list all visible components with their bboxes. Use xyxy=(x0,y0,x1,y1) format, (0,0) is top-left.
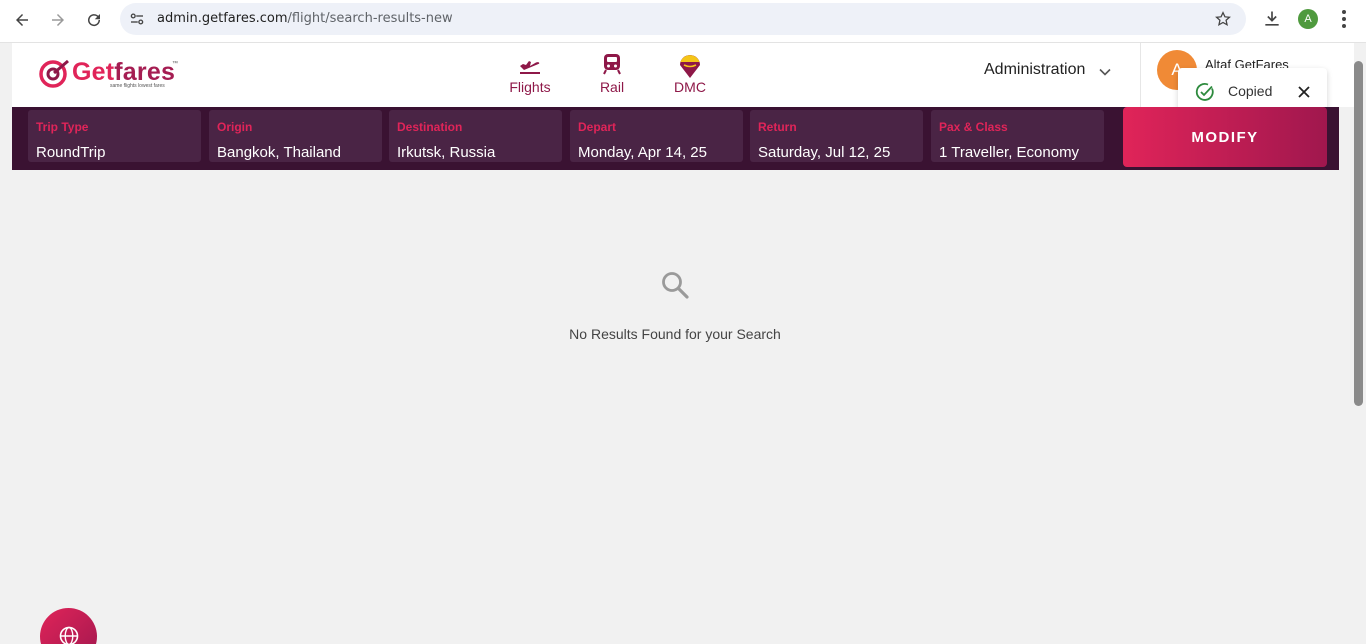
airplane-takeoff-icon xyxy=(520,61,540,74)
chevron-down-icon[interactable] xyxy=(1099,66,1111,78)
field-value: Monday, Apr 14, 25 xyxy=(578,144,707,161)
field-label: Destination xyxy=(397,120,463,134)
getfares-logo[interactable]: Getfares ™ same flights lowest fares xyxy=(38,57,188,91)
arrow-left-icon xyxy=(16,14,28,26)
logo-brand-first: Get xyxy=(72,58,115,86)
site-settings-icon[interactable] xyxy=(128,10,146,28)
logo-mark-icon xyxy=(39,59,69,88)
url-host: admin.getfares.com xyxy=(157,11,288,26)
arrow-right-icon xyxy=(52,14,64,26)
field-label: Origin xyxy=(217,120,253,134)
browser-toolbar: admin.getfares.com/flight/search-results… xyxy=(0,0,1366,43)
url-path: /flight/search-results-new xyxy=(287,11,453,26)
reload-icon xyxy=(88,14,101,27)
back-button[interactable] xyxy=(9,7,35,33)
field-label: Pax & Class xyxy=(939,120,1008,134)
pax-class-field[interactable]: Pax & Class 1 Traveller, Economy xyxy=(931,110,1104,162)
toast-message: Copied xyxy=(1228,83,1273,99)
reload-button[interactable] xyxy=(81,7,107,33)
no-results-message: No Results Found for your Search xyxy=(569,326,781,342)
field-label: Trip Type xyxy=(36,120,89,134)
browser-menu-icon[interactable] xyxy=(1336,8,1352,30)
nav-label-flights: Flights xyxy=(509,79,551,95)
field-label: Depart xyxy=(578,120,617,134)
nav-label-dmc: DMC xyxy=(674,79,706,95)
logo-trademark: ™ xyxy=(172,61,178,67)
dmc-location-icon xyxy=(680,55,700,78)
return-date-field[interactable]: Return Saturday, Jul 12, 25 xyxy=(750,110,923,162)
nav-item-dmc[interactable]: DMC xyxy=(655,51,725,101)
address-bar[interactable]: admin.getfares.com/flight/search-results… xyxy=(120,3,1246,35)
close-icon[interactable] xyxy=(1296,84,1312,100)
nav-item-rail[interactable]: Rail xyxy=(577,51,647,101)
site-header: Getfares ™ same flights lowest fares Fli… xyxy=(12,43,1354,107)
administration-menu[interactable]: Administration xyxy=(984,61,1085,79)
field-value: RoundTrip xyxy=(36,144,106,161)
browser-profile-avatar[interactable]: A xyxy=(1298,9,1318,29)
logo-brand-rest: fares xyxy=(114,58,176,86)
language-button[interactable] xyxy=(40,608,97,644)
scrollbar-thumb[interactable] xyxy=(1354,61,1363,406)
depart-date-field[interactable]: Depart Monday, Apr 14, 25 xyxy=(570,110,743,162)
page-scrollbar[interactable] xyxy=(1354,43,1366,644)
empty-results: No Results Found for your Search xyxy=(460,270,890,342)
forward-button[interactable] xyxy=(45,7,71,33)
globe-icon xyxy=(59,626,78,644)
nav-label-rail: Rail xyxy=(599,79,625,95)
download-icon[interactable] xyxy=(1262,9,1282,29)
modify-button[interactable]: MODIFY xyxy=(1123,107,1327,167)
logo-tagline: same flights lowest fares xyxy=(110,83,165,89)
train-icon xyxy=(603,54,621,75)
search-summary-bar: Trip Type RoundTrip Origin Bangkok, Thai… xyxy=(12,107,1339,170)
bookmark-star-icon[interactable] xyxy=(1214,10,1232,28)
search-icon xyxy=(662,272,689,299)
header-divider xyxy=(1140,43,1141,107)
field-value: Saturday, Jul 12, 25 xyxy=(758,144,891,161)
check-circle-icon xyxy=(1195,83,1214,101)
field-value: Bangkok, Thailand xyxy=(217,144,341,161)
origin-field[interactable]: Origin Bangkok, Thailand xyxy=(209,110,382,162)
field-value: 1 Traveller, Economy xyxy=(939,144,1080,161)
nav-item-flights[interactable]: Flights xyxy=(495,51,565,101)
field-value: Irkutsk, Russia xyxy=(397,144,496,161)
trip-type-field[interactable]: Trip Type RoundTrip xyxy=(28,110,201,162)
destination-field[interactable]: Destination Irkutsk, Russia xyxy=(389,110,562,162)
url-text[interactable]: admin.getfares.com/flight/search-results… xyxy=(157,11,453,26)
field-label: Return xyxy=(758,120,797,134)
